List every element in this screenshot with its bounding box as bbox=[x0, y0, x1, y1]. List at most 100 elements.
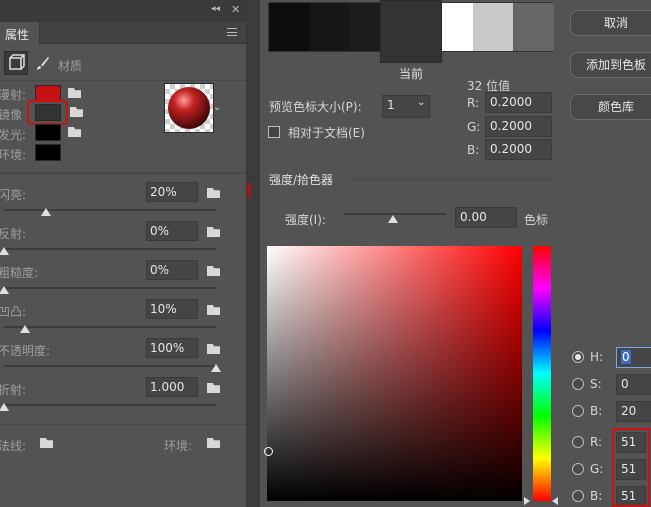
slider-track[interactable] bbox=[4, 248, 216, 250]
glow-texture-folder-icon[interactable] bbox=[68, 127, 81, 137]
slider-value-field[interactable]: 20% bbox=[146, 182, 198, 202]
preview-size-label: 预览色标大小(P): bbox=[269, 100, 362, 114]
float-b-label: B: bbox=[467, 143, 480, 157]
slider-track[interactable] bbox=[4, 287, 216, 289]
preview-size-select[interactable]: 1 ⌄ bbox=[382, 95, 430, 118]
texture-folder-icon[interactable] bbox=[207, 344, 220, 354]
intensity-slider-thumb[interactable] bbox=[388, 215, 398, 223]
b-hsb-field[interactable]: 20 bbox=[616, 401, 651, 422]
slider-track[interactable] bbox=[4, 365, 216, 367]
tab-properties[interactable]: 属性 bbox=[0, 22, 40, 45]
highlight-box bbox=[27, 100, 68, 125]
b-rgb-radio[interactable] bbox=[572, 490, 584, 502]
rgb-highlight-box bbox=[612, 428, 650, 507]
slider-track[interactable] bbox=[4, 209, 216, 211]
diffuse-texture-folder-icon[interactable] bbox=[68, 88, 81, 98]
slider-value-field[interactable]: 0% bbox=[146, 260, 198, 280]
chevron-down-icon: ⌄ bbox=[417, 97, 426, 108]
r-label: R: bbox=[590, 435, 603, 449]
slider-label: 闪亮: bbox=[0, 188, 27, 202]
float-b-field[interactable]: 0.2000 bbox=[485, 139, 552, 160]
glow-color-swatch[interactable] bbox=[35, 124, 61, 141]
slider-thumb[interactable] bbox=[20, 325, 31, 333]
texture-folder-icon[interactable] bbox=[207, 383, 220, 393]
float-r-field[interactable]: 0.2000 bbox=[485, 92, 552, 113]
specular-texture-folder-icon[interactable] bbox=[70, 107, 83, 117]
relative-doc-checkbox[interactable] bbox=[268, 126, 280, 138]
slider-label: 凹凸: bbox=[0, 305, 27, 319]
current-label: 当前 bbox=[399, 67, 424, 81]
ambient-color-swatch[interactable] bbox=[35, 144, 61, 161]
slider-value-field[interactable]: 100% bbox=[146, 338, 198, 358]
environment-label: 环境: bbox=[164, 439, 193, 453]
color-libraries-button[interactable]: 颜色库 bbox=[570, 94, 651, 120]
material-preview[interactable] bbox=[164, 83, 214, 133]
divider bbox=[352, 179, 552, 180]
specular-label: 镜像 bbox=[0, 108, 23, 122]
normal-label: 法线: bbox=[0, 439, 27, 453]
intensity-field[interactable]: 0.00 bbox=[455, 207, 517, 228]
collapse-icon[interactable]: ◂◂ bbox=[211, 4, 220, 14]
preview-swatch bbox=[472, 3, 514, 51]
texture-folder-icon[interactable] bbox=[207, 266, 220, 276]
s-label: S: bbox=[590, 377, 602, 391]
preview-swatch bbox=[309, 3, 351, 51]
current-color-swatch bbox=[380, 0, 442, 63]
panel-menu-icon[interactable] bbox=[227, 28, 237, 36]
material-3d-icon[interactable] bbox=[4, 51, 28, 75]
saturation-brightness-field[interactable] bbox=[267, 246, 522, 501]
float-r-label: R: bbox=[467, 96, 480, 110]
g-radio[interactable] bbox=[572, 463, 584, 475]
slider-label: 折射: bbox=[0, 383, 27, 397]
texture-folder-icon[interactable] bbox=[207, 227, 220, 237]
ambient-label: 环境: bbox=[0, 148, 27, 162]
divider bbox=[0, 80, 246, 81]
slider-label: 反射: bbox=[0, 227, 27, 241]
preview-swatch bbox=[513, 3, 554, 51]
add-to-swatches-button[interactable]: 添加到色板 bbox=[570, 52, 651, 78]
cancel-button[interactable]: 取消 bbox=[570, 10, 651, 36]
float-g-field[interactable]: 0.2000 bbox=[485, 116, 552, 137]
color-picker-cursor[interactable] bbox=[264, 447, 273, 456]
panel-divider bbox=[246, 0, 260, 507]
texture-folder-icon[interactable] bbox=[207, 305, 220, 315]
slider-value-field[interactable]: 10% bbox=[146, 299, 198, 319]
properties-panel: ◂◂ ✕ 属性 材质 漫射: 镜像 发光: 环境: ⌄ 闪亮: 20% 反射: 0% 粗… bbox=[0, 0, 246, 507]
slider-thumb[interactable] bbox=[211, 364, 221, 372]
divider bbox=[0, 424, 246, 425]
environment-folder-icon[interactable] bbox=[207, 438, 220, 448]
slider-label: 粗糙度: bbox=[0, 266, 39, 280]
slider-thumb[interactable] bbox=[0, 247, 9, 255]
b-hsb-radio[interactable] bbox=[572, 405, 584, 417]
b-hsb-label: B: bbox=[590, 404, 603, 418]
texture-folder-icon[interactable] bbox=[207, 188, 220, 198]
r-radio[interactable] bbox=[572, 436, 584, 448]
partial-red-mark bbox=[247, 183, 251, 197]
brush-icon[interactable] bbox=[36, 56, 50, 73]
preview-dropdown-icon[interactable]: ⌄ bbox=[213, 102, 221, 113]
slider-thumb[interactable] bbox=[41, 208, 52, 216]
divider bbox=[0, 172, 246, 174]
relative-doc-label: 相对于文档(E) bbox=[288, 126, 365, 140]
slider-track[interactable] bbox=[4, 326, 216, 328]
s-field[interactable]: 0 bbox=[616, 374, 651, 395]
h-label: H: bbox=[590, 350, 604, 364]
h-radio[interactable] bbox=[572, 351, 584, 363]
float-g-label: G: bbox=[467, 120, 481, 134]
slider-track[interactable] bbox=[4, 404, 216, 406]
normal-folder-icon[interactable] bbox=[40, 438, 53, 448]
slider-value-field[interactable]: 1.000 bbox=[146, 377, 198, 397]
intensity-label: 强度(I): bbox=[285, 213, 326, 227]
close-icon[interactable]: ✕ bbox=[231, 3, 240, 16]
panel-title-bar: ◂◂ ✕ bbox=[0, 0, 246, 22]
slider-thumb[interactable] bbox=[0, 286, 9, 294]
hue-slider-left-arrow[interactable] bbox=[524, 497, 530, 505]
hue-slider[interactable] bbox=[533, 246, 551, 501]
b-rgb-label: B: bbox=[590, 489, 603, 503]
hue-slider-right-arrow[interactable] bbox=[552, 497, 558, 505]
material-label: 材质 bbox=[58, 59, 83, 73]
slider-value-field[interactable]: 0% bbox=[146, 221, 198, 241]
h-field[interactable]: 0 bbox=[616, 347, 651, 368]
slider-thumb[interactable] bbox=[0, 403, 9, 411]
s-radio[interactable] bbox=[572, 378, 584, 390]
